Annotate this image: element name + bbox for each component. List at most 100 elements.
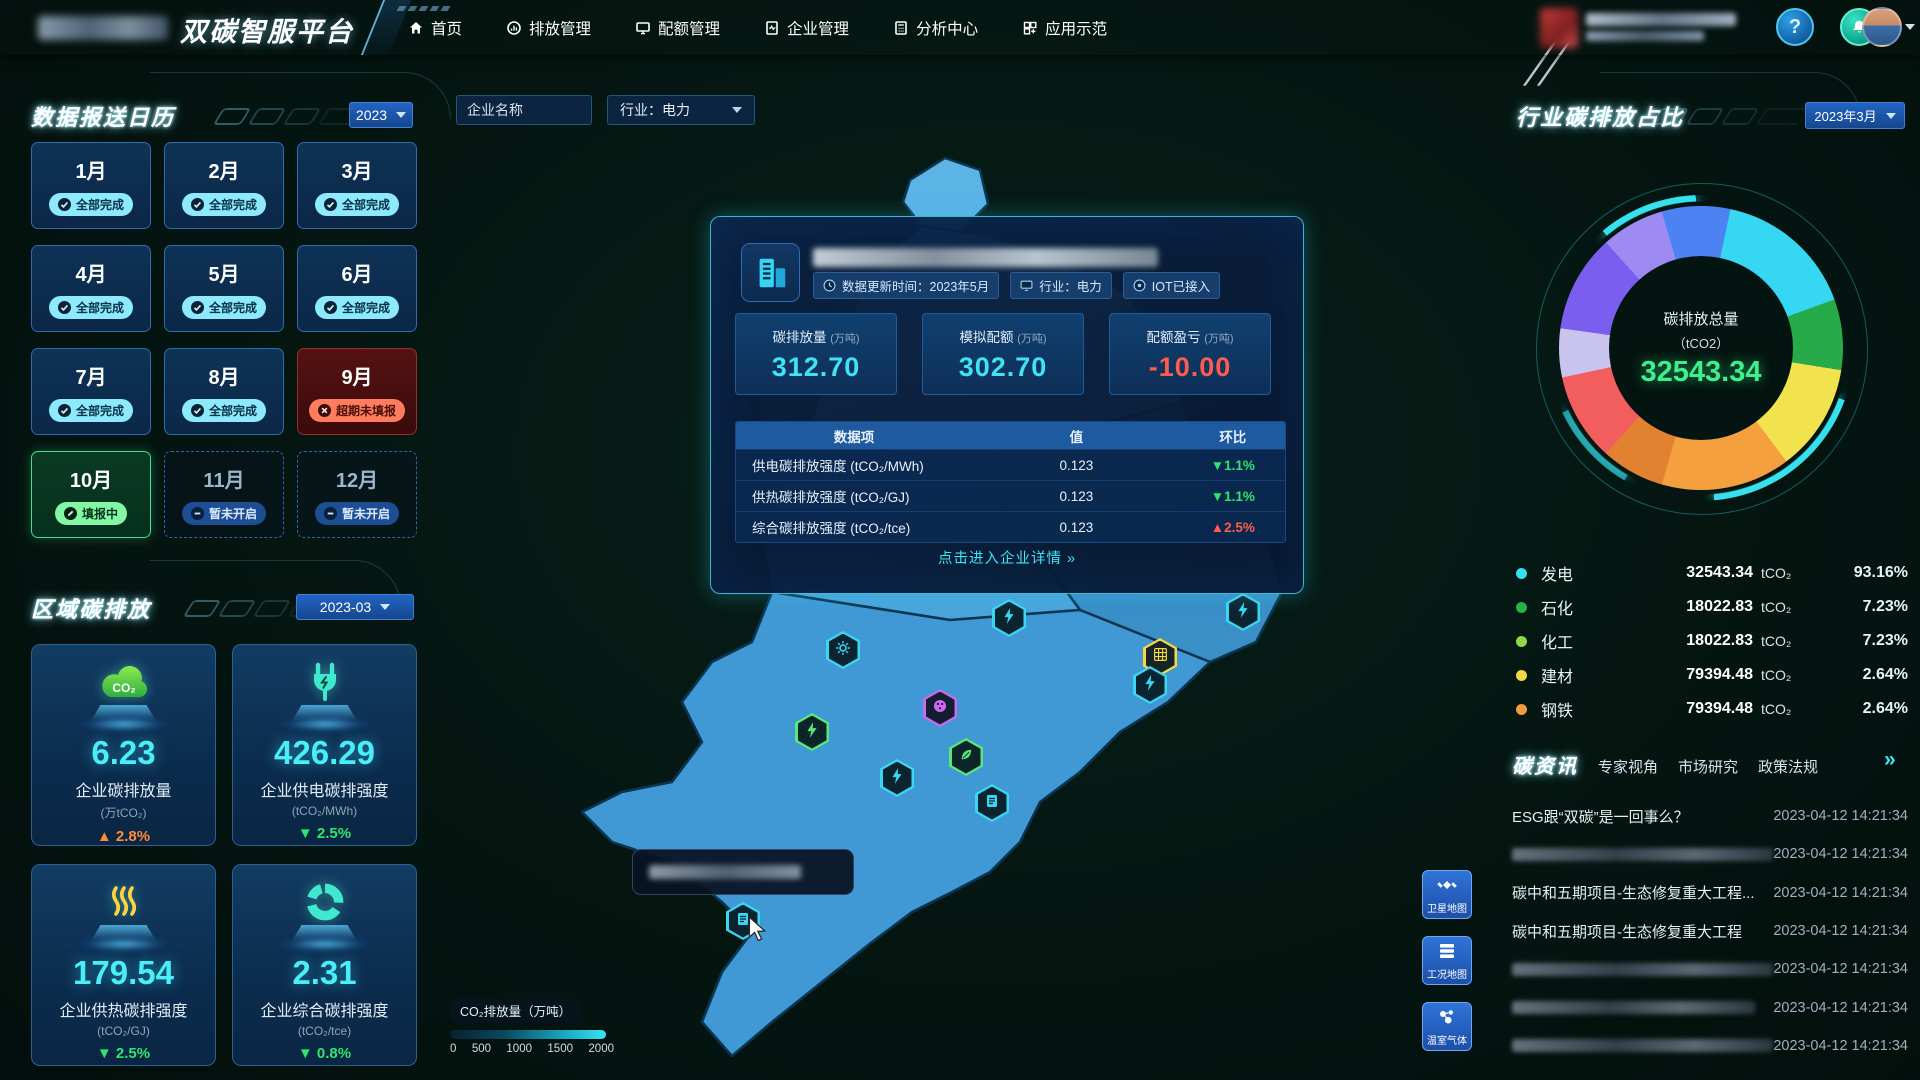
month-label: 3月 (341, 155, 372, 184)
table-header-row: 数据项值环比 (736, 422, 1285, 449)
calendar-month-3[interactable]: 3月全部完成 (297, 142, 417, 229)
status-filling-icon (64, 507, 77, 520)
popup-stat-3: 配额盈亏 (万吨)-10.00 (1109, 313, 1271, 395)
co2-map-legend: CO₂排放量（万吨） 0500100015002000 (450, 998, 614, 1055)
table-cell-value: 0.123 (972, 489, 1181, 504)
icon-pedestal-glow (279, 936, 371, 952)
legend-name: 建材 (1541, 663, 1633, 687)
news-item-3[interactable]: 碳中和五期项目-生态修复重大工程...2023-04-12 14:21:34 (1512, 874, 1908, 912)
industry-badge-text: 行业：电力 (1039, 276, 1102, 295)
news-item-4[interactable]: 碳中和五期项目-生态修复重大工程2023-04-12 14:21:34 (1512, 912, 1908, 950)
enterprise-detail-link[interactable]: 点击进入企业详情 » (711, 547, 1303, 568)
enterprise-popup-card: 数据更新时间：2023年5月 行业：电力 IOT已接入 碳排放量 (万吨)312… (710, 216, 1304, 594)
legend-value: 79394.48 (1633, 666, 1753, 684)
month-label: 12月 (336, 464, 378, 493)
nav-item-5[interactable]: 分析中心 (893, 17, 978, 39)
calendar-panel-title: 数据报送日历 (31, 100, 175, 132)
region-period-value: 2023-03 (320, 599, 371, 615)
metric-delta: ▲ 2.8% (97, 828, 150, 845)
metric-unit: (万tCO₂) (101, 804, 147, 821)
status-pending-icon (324, 507, 337, 520)
power-plug-icon (305, 659, 345, 703)
calendar-month-5[interactable]: 5月全部完成 (164, 245, 284, 332)
clock-icon (823, 279, 836, 292)
popup-data-table: 数据项值环比供电碳排放强度 (tCO₂/MWh)0.123▼1.1%供热碳排放强… (735, 421, 1286, 543)
layer-button-3[interactable]: 温室气体 (1422, 1002, 1472, 1051)
metric-label: 企业供热碳排强度 (59, 997, 187, 1021)
table-cell-value: 0.123 (972, 520, 1181, 535)
calendar-year-dropdown[interactable]: 2023 (349, 102, 413, 128)
calendar-month-6[interactable]: 6月全部完成 (297, 245, 417, 332)
popup-stat-2: 模拟配额 (万吨)302.70 (922, 313, 1084, 395)
calendar-month-4[interactable]: 4月全部完成 (31, 245, 151, 332)
legend-value: 18022.83 (1633, 598, 1753, 616)
month-status-badge: 暂未开启 (182, 502, 266, 525)
nav-item-1[interactable]: 首页 (408, 17, 462, 39)
legend-row-5: 钢铁79394.48tCO₂2.64% (1516, 692, 1908, 726)
layer-button-label: 卫星地图 (1427, 900, 1467, 915)
update-time-text: 数据更新时间：2023年5月 (842, 276, 989, 295)
popup-stat-1: 碳排放量 (万吨)312.70 (735, 313, 897, 395)
industry-badge: 行业：电力 (1010, 272, 1112, 299)
metric-label: 企业碳排放量 (75, 777, 171, 801)
stat-label: 碳排放量 (万吨) (772, 326, 859, 346)
layer-button-1[interactable]: 卫星地图 (1422, 870, 1472, 919)
status-done-icon (191, 404, 204, 417)
user-avatar[interactable] (1862, 7, 1902, 47)
news-item-7[interactable]: 2023-04-12 14:21:34 (1512, 1027, 1908, 1065)
metric-unit: (tCO₂/GJ) (97, 1024, 150, 1038)
industry-month-dropdown[interactable]: 2023年3月 (1805, 102, 1905, 129)
calendar-month-2[interactable]: 2月全部完成 (164, 142, 284, 229)
news-item-6[interactable]: 2023-04-12 14:21:34 (1512, 988, 1908, 1026)
legend-dot-icon (1516, 602, 1527, 613)
donut-center-label: 碳排放总量 (1663, 308, 1738, 329)
nav-item-3[interactable]: 配额管理 (635, 17, 720, 39)
calendar-month-1[interactable]: 1月全部完成 (31, 142, 151, 229)
status-done-icon (58, 404, 71, 417)
calendar-month-8[interactable]: 8月全部完成 (164, 348, 284, 435)
news-item-1[interactable]: ESG跟“双碳”是一回事么？2023-04-12 14:21:34 (1512, 797, 1908, 835)
region-month-dropdown[interactable]: 2023-03 (296, 594, 414, 620)
help-button[interactable]: ? (1776, 8, 1814, 46)
news-more-arrow[interactable]: » (1884, 748, 1896, 772)
month-status-badge: 全部完成 (315, 193, 399, 216)
news-timestamp: 2023-04-12 14:21:34 (1773, 1000, 1908, 1016)
news-item-2[interactable]: 2023-04-12 14:21:34 (1512, 835, 1908, 873)
news-tab-1[interactable]: 专家视角 (1598, 756, 1658, 777)
industry-filter-select[interactable]: 行业：电力 (607, 95, 755, 125)
calendar-month-10[interactable]: 10月填报中 (31, 451, 151, 538)
iot-badge-text: IOT已接入 (1152, 276, 1210, 295)
calendar-month-7[interactable]: 7月全部完成 (31, 348, 151, 435)
news-tab-3[interactable]: 政策法规 (1758, 756, 1818, 777)
legend-unit: tCO₂ (1753, 565, 1805, 581)
news-title-redacted (1512, 963, 1773, 976)
news-item-5[interactable]: 2023-04-12 14:21:34 (1512, 950, 1908, 988)
legend-value: 79394.48 (1633, 700, 1753, 718)
news-timestamp: 2023-04-12 14:21:34 (1773, 923, 1908, 939)
co2-legend-title: CO₂排放量（万吨） (450, 998, 581, 1023)
calendar-month-9[interactable]: 9月超期未填报 (297, 348, 417, 435)
icon-pedestal-glow (78, 936, 170, 952)
month-label: 6月 (341, 258, 372, 287)
satellite-icon (1437, 875, 1457, 898)
company-name-input[interactable] (456, 95, 592, 125)
org-name-redacted (1586, 13, 1736, 26)
month-label: 7月 (75, 361, 106, 390)
news-timestamp: 2023-04-12 14:21:34 (1773, 1038, 1908, 1054)
calendar-month-11[interactable]: 11月暂未开启 (164, 451, 284, 538)
doc-icon (986, 794, 998, 813)
donut-center: 碳排放总量 （tCO2） 32543.34 (1609, 256, 1793, 440)
nav-item-2[interactable]: 排放管理 (506, 17, 591, 39)
user-menu-caret-icon[interactable] (1905, 24, 1915, 30)
layer-button-2[interactable]: 工况地图 (1422, 936, 1472, 985)
region-metric-card-2: 426.29企业供电碳排强度(tCO₂/MWh)▼ 2.5% (232, 644, 417, 846)
legend-row-4: 建材79394.48tCO₂2.64% (1516, 658, 1908, 692)
map-layer-switcher: 卫星地图工况地图温室气体 (1422, 870, 1472, 1051)
stat-value: -10.00 (1149, 352, 1232, 383)
calendar-month-12[interactable]: 12月暂未开启 (297, 451, 417, 538)
greenhouse-gas-icon (1437, 1007, 1457, 1030)
nav-item-4[interactable]: 企业管理 (764, 17, 849, 39)
month-status-badge: 全部完成 (49, 399, 133, 422)
nav-item-6[interactable]: 应用示范 (1022, 17, 1107, 39)
news-tab-2[interactable]: 市场研究 (1678, 756, 1738, 777)
